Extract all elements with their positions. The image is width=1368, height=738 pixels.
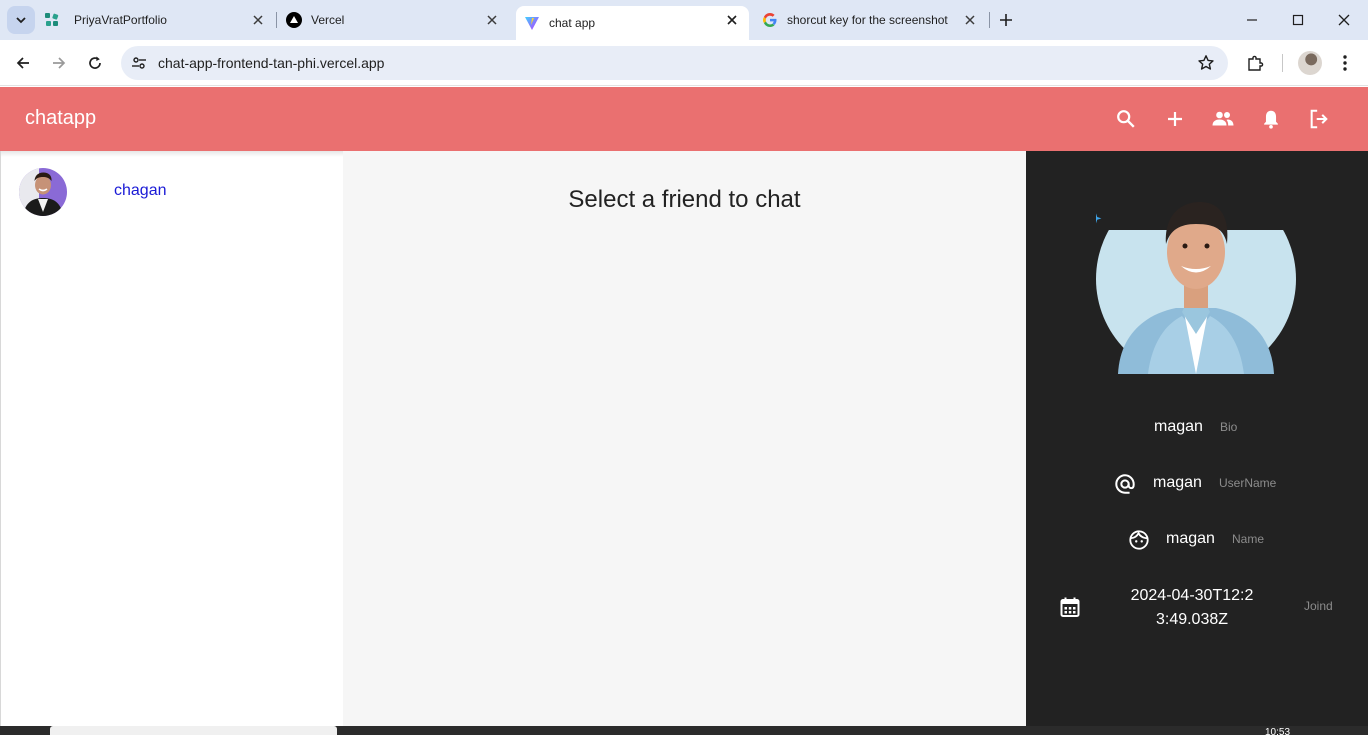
profile-joined-row: 2024-04-30T12:23:49.038Z Joind <box>1026 583 1368 633</box>
app-brand[interactable]: chatapp <box>25 107 96 130</box>
tab-chat-app[interactable]: chat app <box>516 6 749 40</box>
app-header: chatapp <box>0 87 1368 151</box>
url-text[interactable]: chat-app-frontend-tan-phi.vercel.app <box>158 55 384 71</box>
reload-button[interactable] <box>83 51 107 75</box>
os-taskbar: 10:53 <box>0 726 1368 738</box>
joined-label: Joind <box>1304 599 1333 613</box>
group-icon[interactable] <box>1211 107 1235 131</box>
close-tab-icon[interactable] <box>484 12 500 28</box>
browser-menu-button[interactable] <box>1333 51 1357 75</box>
profile-bio-row: magan Bio <box>1026 416 1368 440</box>
tab-vercel[interactable]: Vercel <box>278 0 512 40</box>
chevron-down-icon <box>16 17 26 24</box>
tab-title: Vercel <box>311 13 345 27</box>
at-sign-icon <box>1113 472 1137 496</box>
tab-divider <box>276 12 277 28</box>
bookmark-star-icon[interactable] <box>1196 53 1216 73</box>
google-favicon <box>762 12 778 28</box>
maximize-button[interactable] <box>1286 8 1310 32</box>
empty-chat-message: Select a friend to chat <box>568 186 801 213</box>
logout-icon[interactable] <box>1307 107 1331 131</box>
puzzle-icon <box>1248 55 1264 71</box>
profile-name-row: magan Name <box>1026 527 1368 551</box>
username-label: UserName <box>1219 476 1277 490</box>
tab-title: shorcut key for the screenshot <box>787 13 948 27</box>
extensions-button[interactable] <box>1243 51 1267 75</box>
profile-avatar-large <box>1090 184 1296 374</box>
new-tab-button[interactable] <box>996 10 1016 30</box>
taskbar-search[interactable] <box>50 726 337 735</box>
tab-search-button[interactable] <box>7 6 35 34</box>
username-value: magan <box>1153 474 1202 491</box>
portfolio-favicon <box>44 12 60 28</box>
more-vert-icon <box>1343 55 1347 71</box>
back-button[interactable] <box>11 51 35 75</box>
vercel-favicon <box>286 12 302 28</box>
name-label: Name <box>1232 532 1265 546</box>
profile-username-row: magan UserName <box>1026 471 1368 495</box>
bio-label: Bio <box>1220 420 1238 434</box>
joined-value: 2024-04-30T12:23:49.038Z <box>1130 587 1254 628</box>
notifications-icon[interactable] <box>1259 107 1283 131</box>
forward-button[interactable] <box>47 51 71 75</box>
arrow-right-icon <box>53 57 66 69</box>
toolbar-divider <box>1282 54 1283 72</box>
plus-icon <box>1000 14 1012 26</box>
tab-title: PriyaVratPortfolio <box>74 13 167 27</box>
friend-name[interactable]: chagan <box>114 182 167 200</box>
close-tab-icon[interactable] <box>962 12 978 28</box>
tab-title: chat app <box>549 16 596 30</box>
close-window-button[interactable] <box>1332 8 1356 32</box>
maximize-icon <box>1292 14 1304 26</box>
bio-value: magan <box>1154 418 1203 435</box>
minimize-button[interactable] <box>1240 8 1264 32</box>
profile-avatar[interactable] <box>1298 51 1322 75</box>
browser-tab-strip: PriyaVratPortfolio Vercel chat app shorc… <box>0 0 1368 40</box>
address-bar[interactable]: chat-app-frontend-tan-phi.vercel.app <box>121 46 1228 80</box>
vite-favicon <box>524 15 540 31</box>
browser-toolbar: chat-app-frontend-tan-phi.vercel.app <box>0 40 1368 86</box>
chat-area: Select a friend to chat <box>343 151 1026 726</box>
face-icon <box>1127 528 1151 552</box>
tab-google-search[interactable]: shorcut key for the screenshot <box>752 0 988 40</box>
search-icon[interactable] <box>1114 107 1138 131</box>
name-value: magan <box>1166 530 1215 547</box>
add-icon[interactable] <box>1163 107 1187 131</box>
tab-portfolio[interactable]: PriyaVratPortfolio <box>44 0 274 40</box>
close-tab-icon[interactable] <box>724 12 740 28</box>
minimize-icon <box>1247 19 1257 21</box>
arrow-left-icon <box>16 57 29 69</box>
calendar-icon <box>1058 595 1082 619</box>
friend-list-item[interactable]: chagan <box>1 165 344 221</box>
close-tab-icon[interactable] <box>250 12 266 28</box>
friends-list: chagan <box>0 151 344 726</box>
profile-panel: magan Bio magan UserName magan Name 2024… <box>1026 151 1368 726</box>
reload-icon <box>89 56 101 69</box>
tab-divider <box>989 12 990 28</box>
friend-avatar <box>19 168 67 216</box>
site-info-icon[interactable] <box>129 53 149 73</box>
close-icon <box>1338 14 1350 26</box>
taskbar-clock: 10:53 <box>1265 727 1291 738</box>
